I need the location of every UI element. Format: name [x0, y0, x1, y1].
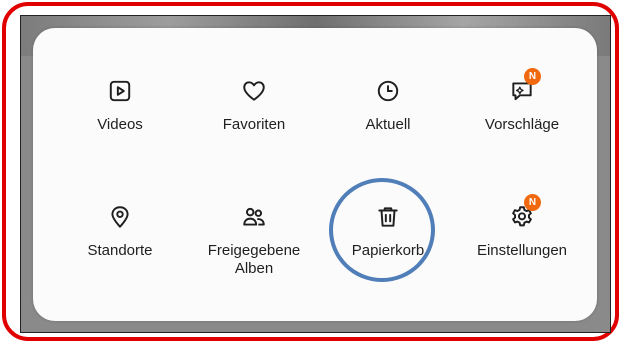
menu-item-freigegebene-alben[interactable]: Freigegebene Alben: [189, 204, 319, 278]
menu-item-standorte[interactable]: Standorte: [55, 204, 185, 260]
menu-item-label: Freigegebene Alben: [207, 242, 301, 277]
trash-icon: [375, 204, 401, 230]
menu-item-favoriten[interactable]: Favoriten: [189, 78, 319, 134]
menu-item-label: Vorschläge: [484, 116, 560, 133]
menu-item-label: Videos: [97, 116, 143, 133]
phone-screen: Videos Favoriten Aktuell N Vorschläge St…: [20, 15, 611, 333]
menu-item-label: Einstellungen: [476, 242, 568, 259]
menu-item-label: Aktuell: [365, 116, 411, 133]
menu-item-label: Standorte: [87, 242, 153, 259]
notification-badge: N: [524, 68, 541, 85]
people-icon: [241, 204, 267, 230]
menu-item-label: Papierkorb: [351, 242, 425, 259]
menu-item-papierkorb[interactable]: Papierkorb: [323, 204, 453, 260]
location-pin-icon: [107, 204, 133, 230]
play-square-icon: [107, 78, 133, 104]
menu-item-videos[interactable]: Videos: [55, 78, 185, 134]
menu-item-label: Favoriten: [222, 116, 286, 133]
menu-item-einstellungen[interactable]: N Einstellungen: [457, 194, 587, 260]
gallery-menu-sheet: Videos Favoriten Aktuell N Vorschläge St…: [33, 28, 597, 321]
notification-badge: N: [524, 194, 541, 211]
sparkle-chat-icon: N: [509, 68, 541, 104]
menu-item-vorschlaege[interactable]: N Vorschläge: [457, 68, 587, 134]
clock-icon: [375, 78, 401, 104]
menu-item-aktuell[interactable]: Aktuell: [323, 78, 453, 134]
gear-icon: N: [509, 194, 541, 230]
heart-icon: [241, 78, 267, 104]
